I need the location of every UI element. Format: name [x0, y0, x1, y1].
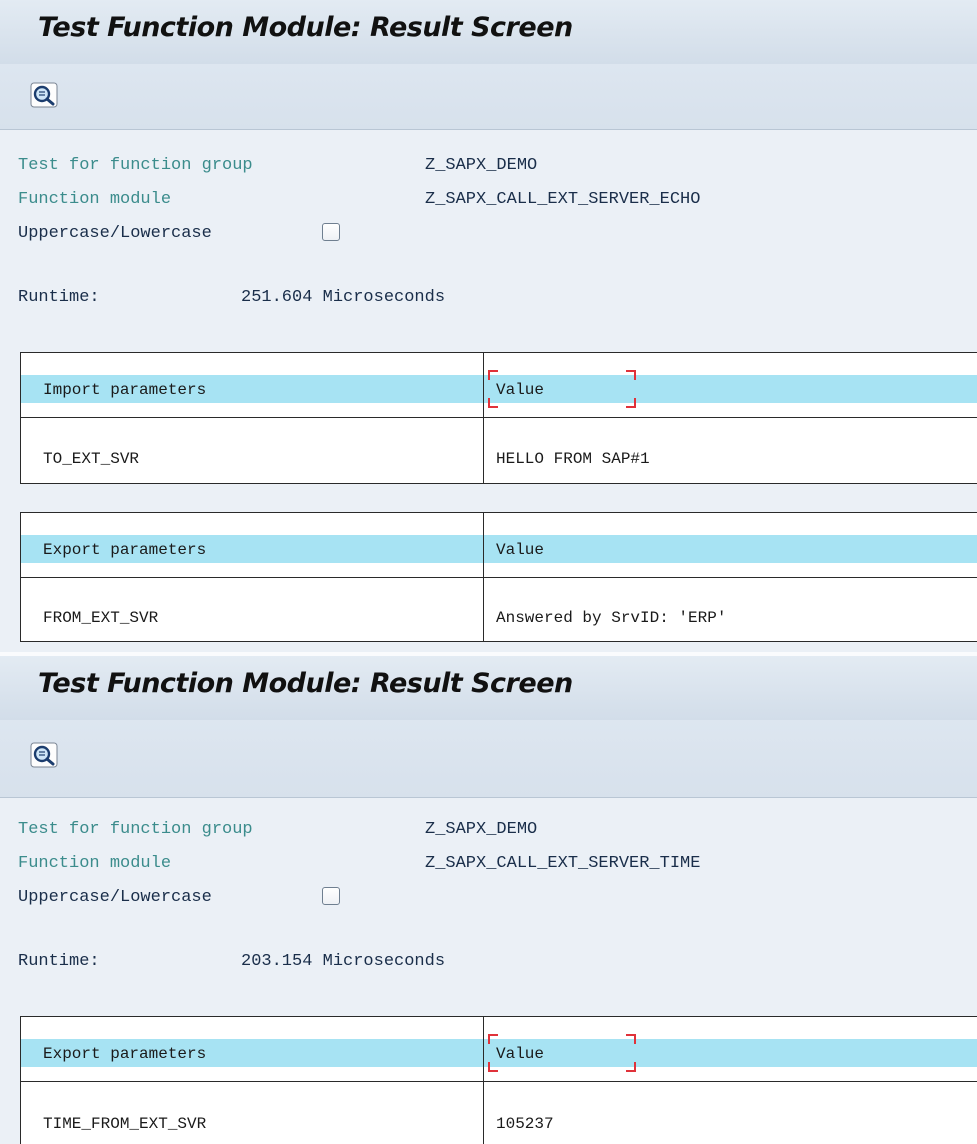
result-screen-echo: Test Function Module: Result Screen Test… — [0, 0, 977, 652]
function-group-value: Z_SAPX_DEMO — [425, 156, 538, 175]
uppercase-lowercase-checkbox[interactable] — [322, 223, 340, 241]
result-screen-time: Test Function Module: Result Screen Test… — [0, 656, 977, 1144]
export-parameters-table: Export parameters Value FROM_EXT_SVR Ans… — [20, 512, 977, 642]
parameter-name-cell: TIME_FROM_EXT_SVR — [43, 1115, 207, 1133]
title-bar: Test Function Module: Result Screen — [0, 0, 977, 64]
parameter-value-cell[interactable]: Answered by SrvID: 'ERP' — [496, 609, 726, 627]
import-parameters-header: Import parameters — [43, 381, 207, 399]
function-module-value: Z_SAPX_CALL_EXT_SERVER_ECHO — [425, 190, 701, 209]
runtime-label: Runtime: — [18, 952, 100, 971]
screen-title: Test Function Module: Result Screen — [38, 668, 573, 699]
uppercase-lowercase-label: Uppercase/Lowercase — [18, 224, 212, 243]
runtime-value: 251.604 Microseconds — [241, 288, 446, 307]
application-toolbar — [0, 720, 977, 798]
function-module-label: Function module — [18, 854, 172, 873]
parameter-name-cell: FROM_EXT_SVR — [43, 609, 159, 627]
application-toolbar — [0, 64, 977, 130]
focus-marker — [488, 1034, 636, 1072]
title-bar: Test Function Module: Result Screen — [0, 656, 977, 720]
detail-view-icon — [30, 82, 58, 108]
function-group-value: Z_SAPX_DEMO — [425, 820, 538, 839]
export-parameters-table: Export parameters Value TIME_FROM_EXT_SV… — [20, 1016, 977, 1144]
detail-view-button[interactable] — [30, 82, 60, 110]
export-parameters-header: Export parameters — [43, 1045, 207, 1063]
function-module-value: Z_SAPX_CALL_EXT_SERVER_TIME — [425, 854, 701, 873]
function-group-label: Test for function group — [18, 820, 253, 839]
import-parameters-table: Import parameters Value TO_EXT_SVR HELLO… — [20, 352, 977, 484]
uppercase-lowercase-checkbox[interactable] — [322, 887, 340, 905]
runtime-value: 203.154 Microseconds — [241, 952, 446, 971]
parameter-value-cell[interactable]: 105237 — [496, 1115, 554, 1133]
parameter-name-cell: TO_EXT_SVR — [43, 450, 140, 468]
screen-title: Test Function Module: Result Screen — [38, 12, 573, 43]
uppercase-lowercase-label: Uppercase/Lowercase — [18, 888, 212, 907]
value-header[interactable]: Value — [496, 541, 544, 559]
runtime-label: Runtime: — [18, 288, 100, 307]
focus-marker — [488, 370, 636, 408]
detail-view-button[interactable] — [30, 742, 60, 770]
detail-view-icon — [30, 742, 58, 768]
function-group-label: Test for function group — [18, 156, 253, 175]
parameter-value-cell[interactable]: HELLO FROM SAP#1 — [496, 450, 650, 468]
function-module-label: Function module — [18, 190, 172, 209]
export-parameters-header: Export parameters — [43, 541, 207, 559]
